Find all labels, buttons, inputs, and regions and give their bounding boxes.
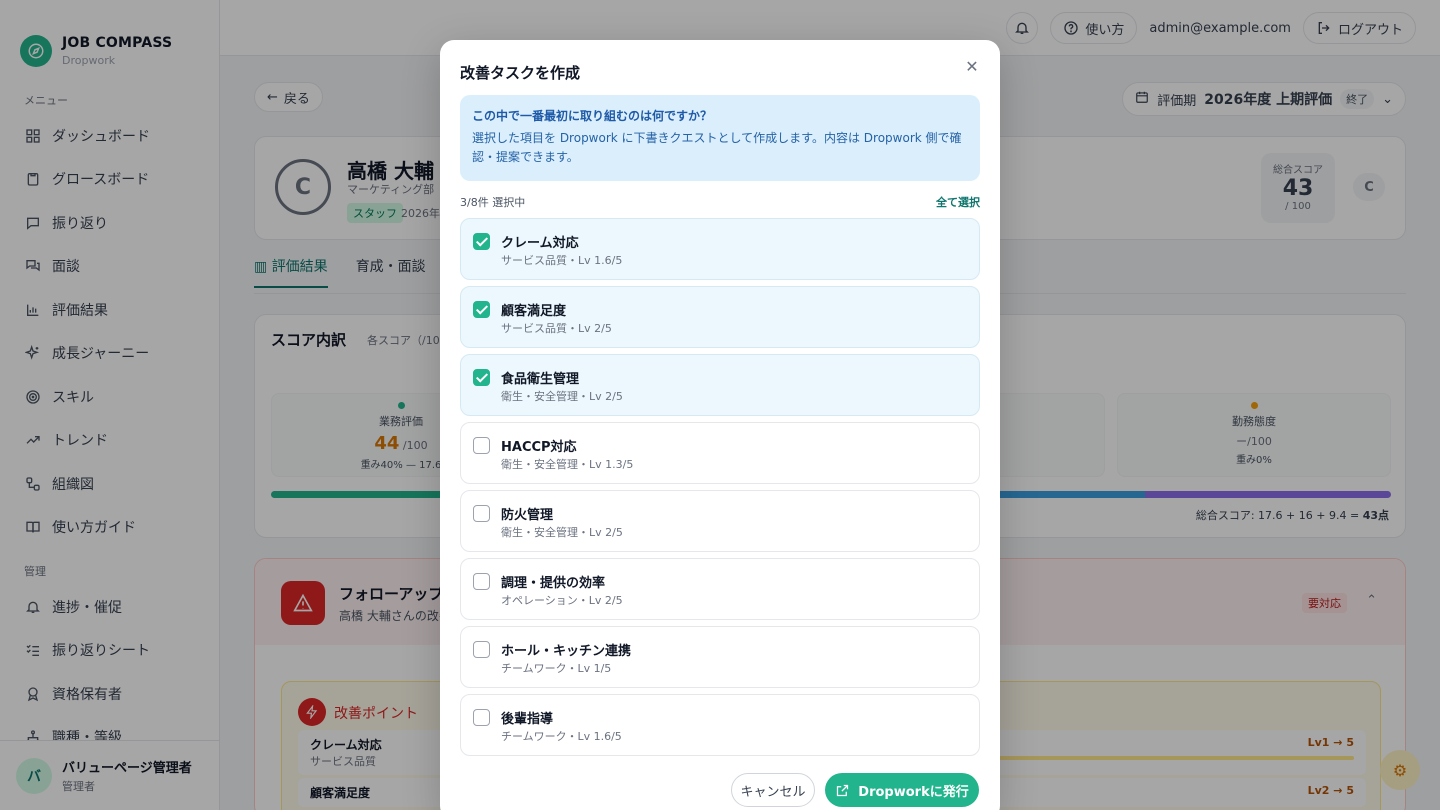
task-item[interactable]: ホール・キッチン連携 チームワーク・Lv 1/5 [460,626,980,688]
select-all-button[interactable]: 全て選択 [936,194,980,210]
info-box: この中で一番最初に取り組むのは何ですか？ 選択した項目を Dropwork に下… [460,95,980,181]
task-item-name: 食品衛生管理 [501,372,580,387]
task-item-meta: チームワーク・Lv 1/5 [501,662,612,675]
task-item-meta: オペレーション・Lv 2/5 [501,594,623,607]
task-item-meta: 衛生・安全管理・Lv 1.3/5 [501,458,634,471]
task-item[interactable]: 顧客満足度 サービス品質・Lv 2/5 [460,286,980,348]
task-item[interactable]: HACCP対応 衛生・安全管理・Lv 1.3/5 [460,422,980,484]
close-icon[interactable]: ✕ [962,56,982,76]
task-item-name: ホール・キッチン連携 [501,644,632,659]
external-link-icon [837,784,849,796]
task-item-name: 後輩指導 [501,712,554,727]
cancel-button[interactable]: キャンセル [731,773,815,807]
checkbox[interactable] [473,437,490,454]
info-description: 選択した項目を Dropwork に下書きクエストとして作成します。内容は Dr… [472,131,962,164]
checkbox[interactable] [473,573,490,590]
task-item[interactable]: クレーム対応 サービス品質・Lv 1.6/5 [460,218,980,280]
checkbox[interactable] [473,301,490,318]
task-item[interactable]: 防火管理 衛生・安全管理・Lv 2/5 [460,490,980,552]
publish-label: Dropworkに発行 [858,784,969,800]
task-item-meta: サービス品質・Lv 2/5 [501,322,612,335]
checkbox[interactable] [473,709,490,726]
task-item[interactable]: 後輩指導 チームワーク・Lv 1.6/5 [460,694,980,756]
checkbox[interactable] [473,369,490,386]
create-task-modal: 改善タスクを作成 ✕ この中で一番最初に取り組むのは何ですか？ 選択した項目を … [440,40,1000,810]
modal-title: 改善タスクを作成 [460,64,581,82]
task-item-name: HACCP対応 [501,440,577,455]
task-item-meta: チームワーク・Lv 1.6/5 [501,730,622,743]
checkbox[interactable] [473,505,490,522]
checkbox[interactable] [473,641,490,658]
task-item[interactable]: 食品衛生管理 衛生・安全管理・Lv 2/5 [460,354,980,416]
task-item-meta: 衛生・安全管理・Lv 2/5 [501,390,623,403]
checkbox[interactable] [473,233,490,250]
task-item-name: 防火管理 [501,508,554,523]
task-item-name: クレーム対応 [501,236,579,251]
task-item[interactable]: 調理・提供の効率 オペレーション・Lv 2/5 [460,558,980,620]
task-item-meta: 衛生・安全管理・Lv 2/5 [501,526,623,539]
publish-button[interactable]: Dropworkに発行 [825,773,979,807]
task-item-name: 調理・提供の効率 [501,576,606,591]
task-item-name: 顧客満足度 [501,304,567,319]
info-question: この中で一番最初に取り組むのは何ですか？ [472,109,713,123]
selection-count: 3/8件 選択中 [460,196,526,209]
task-item-meta: サービス品質・Lv 1.6/5 [501,254,623,267]
